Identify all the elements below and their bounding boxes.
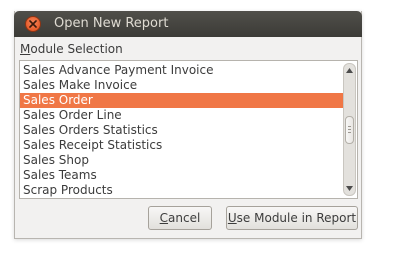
- arrow-up-icon: [346, 68, 353, 73]
- cancel-button[interactable]: Cancel: [148, 206, 212, 230]
- list-item[interactable]: Sales Shop: [20, 153, 344, 168]
- list-item[interactable]: Sales Order Line: [20, 108, 344, 123]
- grip-line: [348, 132, 351, 133]
- list-item[interactable]: Scrap Products: [20, 183, 344, 198]
- grip-line: [348, 129, 351, 130]
- scroll-down-button[interactable]: [344, 183, 355, 194]
- open-new-report-dialog: Open New Report Module Selection Sales A…: [14, 11, 362, 239]
- cancel-mnemonic: C: [159, 211, 169, 225]
- list-item[interactable]: Sales Order: [20, 93, 344, 108]
- use-module-label: se Module in Report: [236, 211, 357, 225]
- module-selection-mnemonic: M: [20, 42, 31, 56]
- close-icon: [29, 20, 37, 28]
- use-module-in-report-button[interactable]: Use Module in Report: [226, 206, 358, 230]
- cancel-label: ancel: [168, 211, 201, 225]
- vertical-scrollbar[interactable]: [343, 63, 356, 196]
- list-item[interactable]: Sales Orders Statistics: [20, 123, 344, 138]
- arrow-down-icon: [346, 186, 353, 191]
- scrollbar-thumb[interactable]: [345, 115, 354, 144]
- list-item[interactable]: Sales Receipt Statistics: [20, 138, 344, 153]
- list-item[interactable]: Sales Advance Payment Invoice: [20, 63, 344, 78]
- module-selection-text: odule Selection: [30, 42, 123, 56]
- module-list[interactable]: Sales Advance Payment Invoice Sales Make …: [19, 60, 358, 199]
- window-title: Open New Report: [54, 16, 169, 31]
- title-bar[interactable]: Open New Report: [14, 11, 362, 37]
- close-button[interactable]: [25, 16, 41, 32]
- list-item[interactable]: Sales Teams: [20, 168, 344, 183]
- scroll-up-button[interactable]: [344, 65, 355, 76]
- grip-line: [348, 126, 351, 127]
- use-module-mnemonic: U: [227, 211, 237, 225]
- module-selection-label: Module Selection: [20, 42, 123, 56]
- module-list-items: Sales Advance Payment Invoice Sales Make …: [20, 63, 344, 198]
- list-item[interactable]: Sales Make Invoice: [20, 78, 344, 93]
